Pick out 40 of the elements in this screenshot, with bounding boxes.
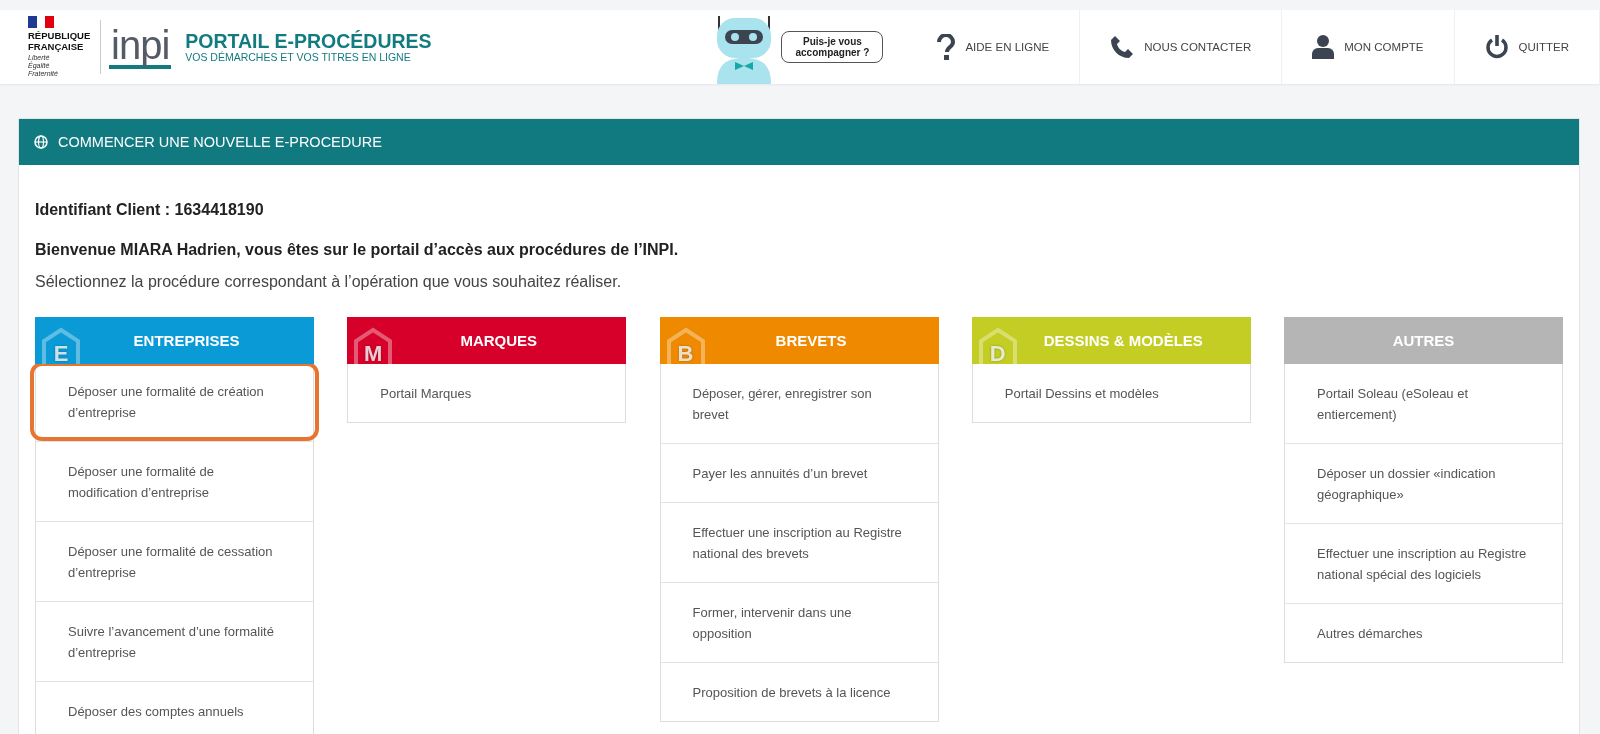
nav-link[interactable]: NOUS CONTACTER: [1080, 10, 1283, 84]
procedure-link[interactable]: Déposer une formalité de cessation d’entreprise: [36, 521, 313, 601]
procedure-link[interactable]: Déposer, gérer, enregistrer son brevet: [660, 364, 938, 443]
procedure-link[interactable]: Effectuer une inscription au Registre national des brevets: [660, 502, 938, 582]
nav-link[interactable]: MON COMPTE: [1282, 10, 1455, 84]
republic-name: RÉPUBLIQUE FRANÇAISE: [28, 30, 90, 52]
procedure-link[interactable]: Déposer un dossier «indication géographique»: [1285, 443, 1562, 523]
phone-icon: [1110, 35, 1135, 59]
procedure-link[interactable]: Autres démarches: [1285, 603, 1562, 662]
nav-link[interactable]: QUITTER: [1454, 10, 1600, 84]
procedure-link[interactable]: Déposer une formalité de création d’entreprise: [30, 362, 319, 441]
flag-icon: [28, 16, 54, 28]
procedure-link[interactable]: Former, intervenir dans une opposition: [660, 582, 938, 662]
portal-subtitle: VOS DÉMARCHES ET VOS TITRES EN LIGNE: [185, 51, 412, 63]
category-header: M MARQUES: [347, 317, 627, 364]
assistant-bubble[interactable]: Puis-je vous accompagner ?: [781, 31, 884, 63]
client-id: Identifiant Client : 1634418190: [35, 201, 265, 219]
category-header: D DESSINS & MODÈLES: [971, 317, 1251, 364]
category-header: B BREVETS: [659, 317, 939, 364]
user-icon: [1312, 35, 1335, 59]
procedure-link[interactable]: Suivre l’avancement d’une formalité d’entreprise: [36, 601, 313, 681]
procedure-link[interactable]: Effectuer une inscription au Registre national spécial des logiciels: [1285, 523, 1562, 603]
procedure-link[interactable]: Portail Marques: [348, 364, 626, 422]
instruction-text: Sélectionnez la procédure correspondant à l’opération que vous souhaitez réaliser.: [35, 273, 623, 291]
procedure-link[interactable]: Portail Soleau (eSoleau et entiercement): [1285, 364, 1562, 443]
procedure-link[interactable]: Proposition de brevets à la licence: [660, 662, 938, 721]
category-header: AUTRES: [1284, 317, 1563, 364]
power-icon: [1484, 35, 1509, 59]
procedure-link[interactable]: Déposer des comptes annuels: [36, 681, 313, 734]
category-header: E ENTREPRISES: [35, 317, 314, 364]
procedure-link[interactable]: Payer les annuités d’un brevet: [660, 443, 938, 502]
procedure-link[interactable]: Déposer une formalité de modification d’entreprise: [36, 441, 313, 521]
section-title: COMMENCER UNE NOUVELLE E-PROCEDURE: [58, 134, 382, 150]
help-icon: [937, 34, 956, 60]
nav-link[interactable]: AIDE EN LIGNE: [907, 10, 1081, 84]
procedure-link[interactable]: Portail Dessins et modèles: [972, 364, 1250, 422]
inpi-logo: inpi: [109, 25, 172, 69]
globe-icon: [34, 135, 48, 149]
welcome-text: Bienvenue MIARA Hadrien, vous êtes sur le portail d’accès aux procédures de l’INPI.: [35, 241, 680, 259]
portal-title: PORTAIL E-PROCÉDURES: [185, 31, 432, 51]
